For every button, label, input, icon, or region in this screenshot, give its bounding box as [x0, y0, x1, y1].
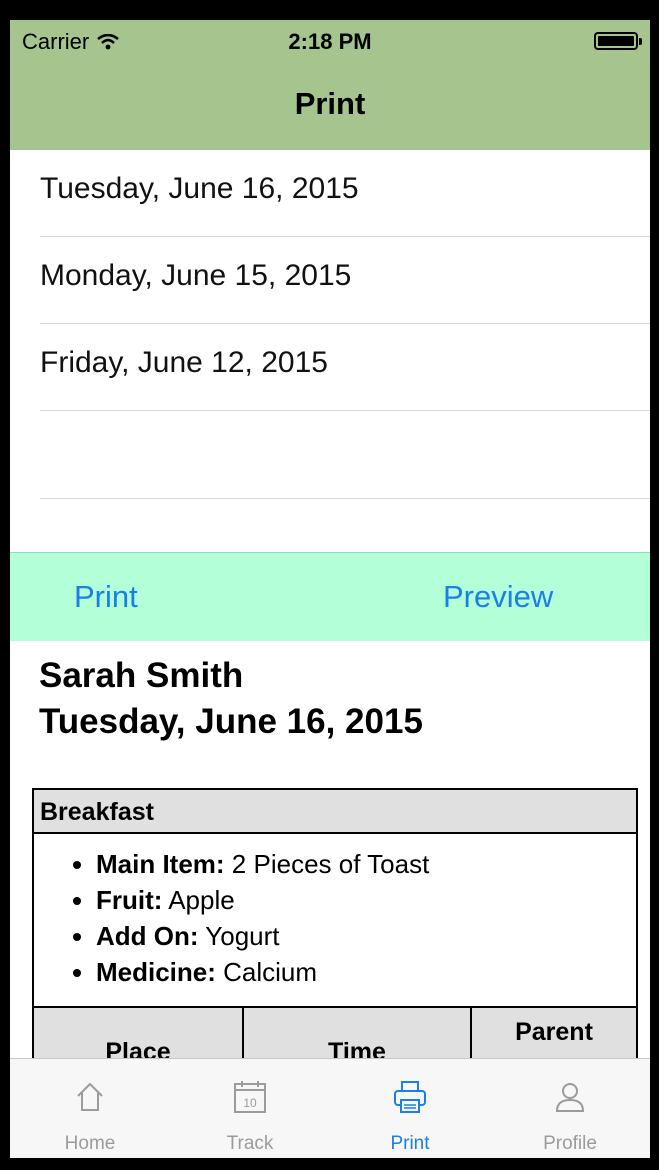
date-row[interactable]: Tuesday, June 16, 2015 [40, 150, 650, 237]
preview-name: Sarah Smith [39, 656, 244, 695]
meal-item: Fruit: Apple [96, 882, 636, 918]
column-header-parent: Parent [515, 1018, 593, 1046]
date-row-empty [40, 411, 650, 499]
meal-item: Add On: Yogurt [96, 918, 636, 954]
tab-home[interactable]: Home [10, 1059, 170, 1158]
page-title: Print [294, 86, 366, 121]
status-bar: Carrier 2:18 PM [10, 20, 650, 62]
tab-profile-label: Profile [543, 1133, 597, 1154]
meal-item-label: Add On: [96, 921, 199, 951]
meal-item-value: Calcium [215, 957, 318, 987]
column-header-place: Place [34, 1008, 244, 1058]
svg-text:10: 10 [243, 1096, 257, 1110]
date-label: Tuesday, June 16, 2015 [40, 172, 359, 205]
meal-item-label: Main Item: [96, 849, 225, 879]
meal-item-label: Medicine: [96, 957, 216, 987]
status-time: 2:18 PM [288, 29, 372, 54]
meal-item: Main Item: 2 Pieces of Toast [96, 846, 636, 882]
meal-header: Breakfast [34, 790, 636, 834]
date-row[interactable]: Friday, June 12, 2015 [40, 324, 650, 411]
meal-item-label: Fruit: [96, 885, 163, 915]
printer-icon [394, 1081, 426, 1113]
print-button[interactable]: Print [74, 579, 138, 615]
tab-home-label: Home [64, 1133, 116, 1154]
date-label: Monday, June 15, 2015 [40, 259, 352, 292]
meal-item: Medicine: Calcium [96, 954, 636, 990]
meal-table: Breakfast Main Item: 2 Pieces of Toast F… [32, 788, 638, 1058]
meal-items: Main Item: 2 Pieces of Toast Fruit: Appl… [34, 834, 636, 1006]
tab-track[interactable]: 10 Track [170, 1059, 330, 1158]
tab-print[interactable]: Print [330, 1059, 490, 1158]
table-column-headers: Place Time Parent [34, 1006, 636, 1058]
person-icon [555, 1083, 585, 1112]
meal-item-value: 2 Pieces of Toast [224, 849, 430, 879]
tab-profile[interactable]: Profile [490, 1059, 650, 1158]
action-bar: Print Preview [10, 552, 650, 641]
battery-icon [594, 32, 642, 50]
meal-item-value: Yogurt [198, 921, 280, 951]
meal-item-value: Apple [162, 885, 235, 915]
tab-bar: Home 10 Track Print Profile [10, 1058, 650, 1158]
date-label: Friday, June 12, 2015 [40, 346, 328, 379]
tab-print-label: Print [390, 1133, 430, 1154]
date-row[interactable]: Monday, June 15, 2015 [40, 237, 650, 324]
home-icon [77, 1082, 103, 1111]
date-list: Tuesday, June 16, 2015 Monday, June 15, … [10, 150, 650, 499]
app-screen: Carrier 2:18 PM Print Tuesday, June 16, … [10, 20, 650, 1158]
navigation-bar: Carrier 2:18 PM Print [10, 20, 650, 150]
tab-track-label: Track [226, 1133, 274, 1154]
calendar-icon: 10 [234, 1081, 266, 1113]
preview-button[interactable]: Preview [443, 579, 553, 615]
column-header-time: Time [244, 1008, 472, 1058]
print-preview: Sarah Smith Tuesday, June 16, 2015 Break… [10, 640, 650, 1058]
preview-date: Tuesday, June 16, 2015 [39, 702, 423, 741]
